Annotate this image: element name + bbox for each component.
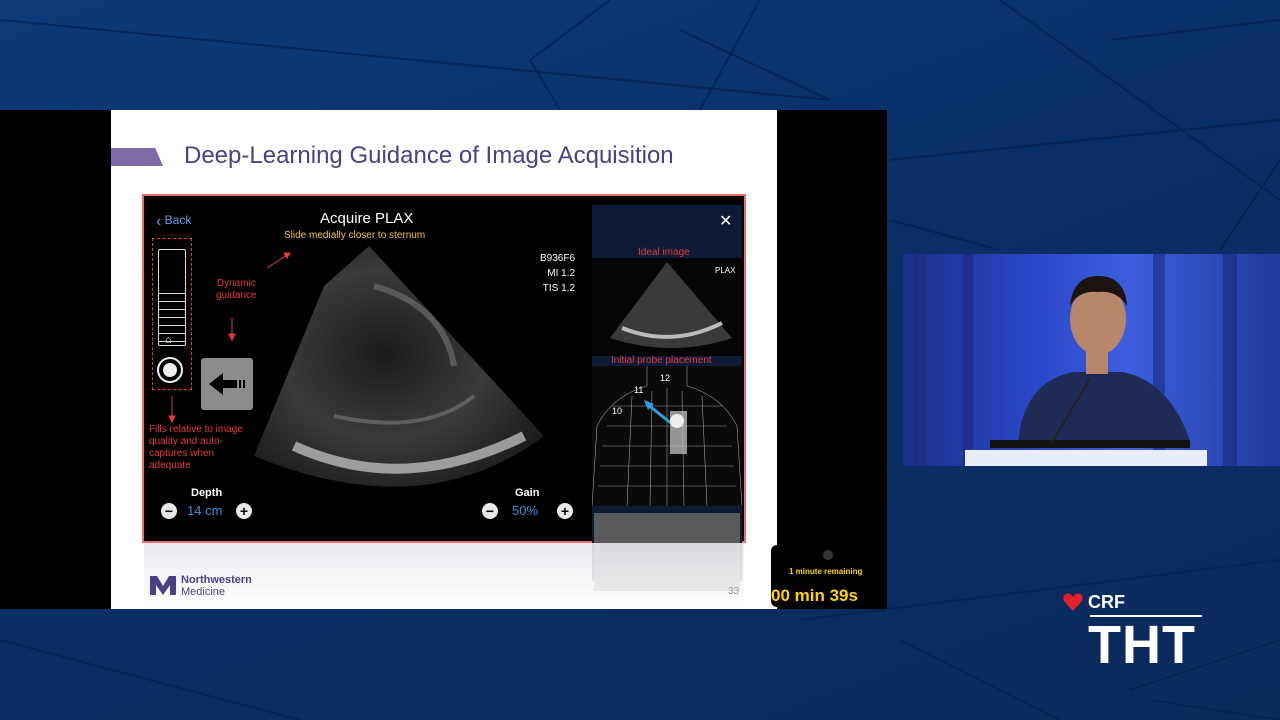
ideal-image-panel: ✕ Ideal image PLAX Initial probe placeme… [591, 205, 743, 591]
probe-placement-label: Initial probe placement [611, 355, 712, 366]
timer-countdown: 00 min 39s [771, 586, 858, 605]
close-icon[interactable]: ✕ [719, 211, 732, 231]
depth-label: Depth [191, 487, 223, 499]
logo-line1: Northwestern [181, 574, 252, 586]
ideal-image-label: Ideal image [638, 247, 690, 258]
title-accent-bar [111, 148, 163, 166]
gain-decrease-button[interactable]: − [482, 503, 498, 519]
plax-label: PLAX [715, 266, 736, 275]
depth-value: 14 cm [187, 503, 223, 518]
slide-title: Deep-Learning Guidance of Image Acquisit… [184, 142, 674, 169]
gain-value: 50% [512, 503, 539, 518]
timer-dot-icon [823, 550, 833, 560]
crf-text: CRF [1088, 592, 1125, 612]
timer-box: 1 minute remaining 00 min 39s [771, 545, 877, 607]
position-10: 10 [612, 406, 623, 416]
gain-increase-button[interactable]: + [557, 503, 573, 519]
logo-line2: Medicine [181, 586, 226, 598]
ultrasound-image [254, 246, 544, 487]
timer-remaining-text: 1 minute remaining [789, 567, 863, 576]
presentation-slide: Deep-Learning Guidance of Image Acquisit… [111, 110, 777, 609]
torso-diagram: 10 11 12 [591, 366, 743, 507]
position-12: 12 [660, 373, 671, 383]
position-11: 11 [634, 385, 644, 395]
gain-label: Gain [515, 487, 540, 499]
nm-logo-icon [150, 576, 176, 595]
depth-decrease-button[interactable]: − [161, 503, 177, 519]
speaker-video [903, 254, 1280, 466]
heart-icon [1063, 593, 1083, 611]
tht-text: THT [1088, 615, 1196, 675]
depth-increase-button[interactable]: + [236, 503, 252, 519]
ideal-image-thumbnail: PLAX [592, 258, 742, 356]
slide-page-number: 33 [728, 586, 740, 597]
speaker-image [913, 254, 1237, 466]
